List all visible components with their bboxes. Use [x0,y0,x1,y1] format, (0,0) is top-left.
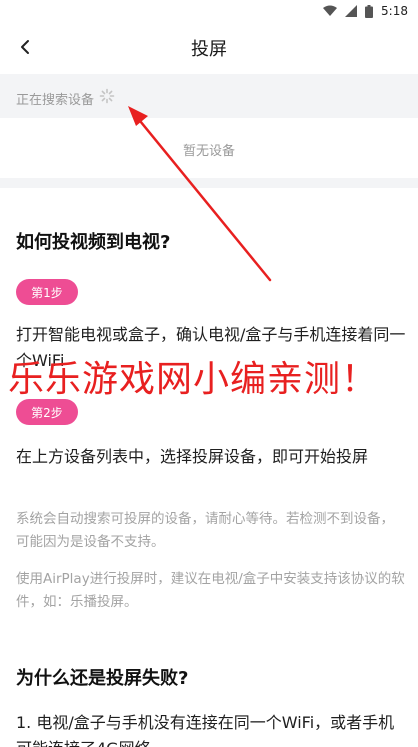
loading-spinner-icon [99,88,115,104]
guide-heading: 如何投视频到电视? [16,232,171,253]
empty-device-text: 暂无设备 [182,144,235,159]
cellular-signal-icon [345,5,358,17]
device-list: 暂无设备 [0,118,418,178]
battery-icon [365,4,374,18]
section-divider [0,178,418,188]
step1-badge: 第1步 [16,279,78,305]
wifi-icon [323,5,338,16]
page-title: 投屏 [191,39,227,60]
guide-note-2: 使用AirPlay进行投屏时，建议在电视/盒子中安装支持该协议的软件，如：乐播投… [16,571,405,610]
nav-bar: 投屏 [0,24,418,70]
step2-text: 在上方设备列表中，选择投屏设备，即可开始投屏 [16,447,369,466]
watermark-text: 乐乐游戏网小编亲测！ [8,359,379,400]
status-icons: 5:18 [323,4,408,18]
faq-item-1: 1. 电视/盒子与手机没有连接在同一个WiFi，或者手机可能连接了4G网络 [16,713,395,747]
search-status-bar: 正在搜索设备 [0,74,418,118]
step2-badge: 第2步 [16,399,78,425]
status-time: 5:18 [381,4,408,18]
search-status-text: 正在搜索设备 [16,93,95,108]
faq-heading: 为什么还是投屏失败? [16,668,189,689]
status-bar: 5:18 [0,0,418,24]
guide-note-1: 系统会自动搜索可投屏的设备，请耐心等待。若检测不到设备，可能因为是设备不支持。 [16,511,394,550]
